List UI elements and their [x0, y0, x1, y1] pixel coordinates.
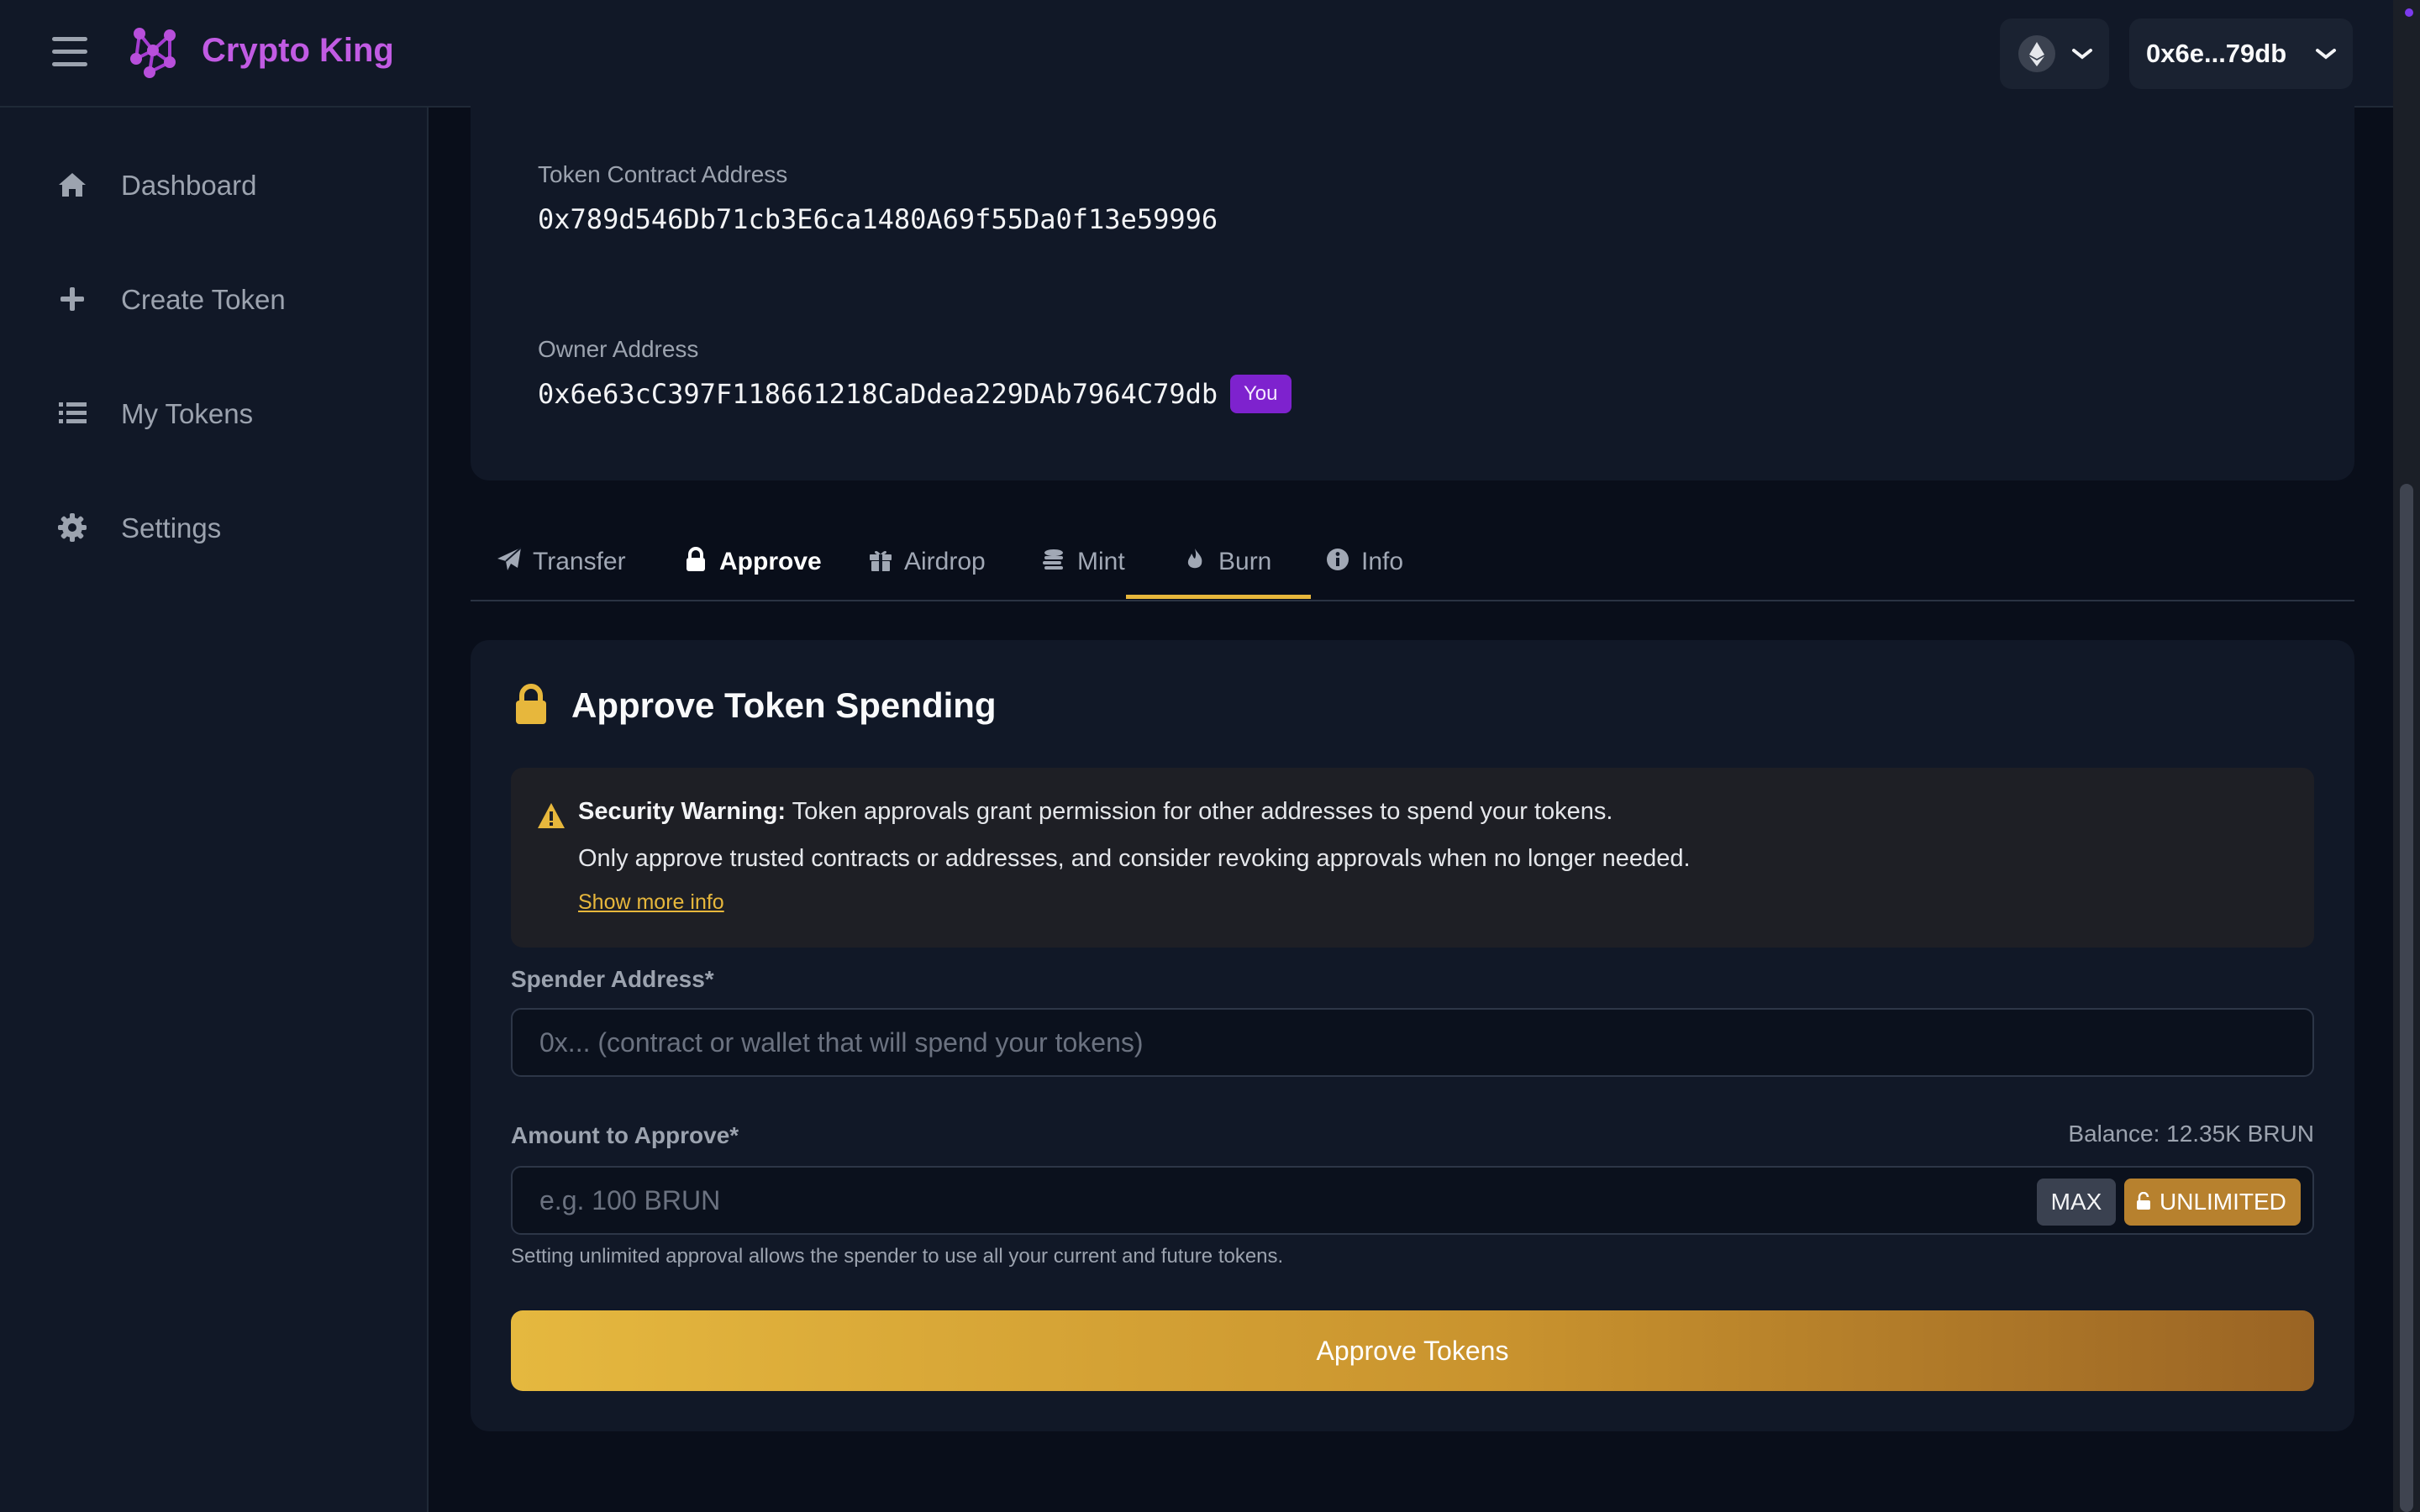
account-address: 0x6e...79db [2146, 39, 2287, 68]
home-icon [59, 173, 86, 197]
warning-text-line1: Security Warning: Token approvals grant … [578, 798, 1612, 826]
unlimited-button[interactable]: UNLIMITED [2124, 1179, 2301, 1226]
list-icon [59, 402, 87, 423]
token-info-card [471, 101, 2354, 480]
sidebar: Dashboard Create Token My Tokens Setting… [0, 108, 429, 1512]
warning-text: Token approvals grant permission for oth… [786, 798, 1613, 825]
owner-address-label: Owner Address [538, 336, 699, 362]
tab-label: Mint [1077, 548, 1125, 575]
sidebar-item-label: Dashboard [121, 170, 257, 201]
contract-address-label: Token Contract Address [538, 161, 788, 187]
sidebar-item-my-tokens[interactable]: My Tokens [0, 371, 427, 455]
gift-icon [870, 550, 892, 571]
sidebar-item-settings[interactable]: Settings [0, 486, 427, 570]
ethereum-icon [2029, 42, 2044, 66]
sidebar-item-label: Create Token [121, 284, 286, 315]
approve-tokens-button[interactable]: Approve Tokens [511, 1310, 2314, 1391]
action-tabs: Transfer Approve Airdrop Mint Burn Info [471, 521, 2354, 601]
sidebar-item-dashboard[interactable]: Dashboard [0, 143, 427, 227]
tab-label: Transfer [533, 548, 626, 575]
paper-plane-icon [497, 547, 522, 570]
owner-address-value: 0x6e63cC397F118661218CaDdea229DAb7964C79… [538, 378, 1218, 410]
account-selector[interactable]: 0x6e...79db [2129, 18, 2353, 89]
max-button[interactable]: MAX [2037, 1179, 2116, 1226]
spender-address-label: Spender Address* [511, 966, 714, 992]
tab-label: Info [1361, 548, 1404, 575]
active-tab-indicator [1126, 595, 1311, 599]
tab-label: Approve [719, 548, 822, 575]
warning-icon [538, 803, 565, 828]
network-icon-wrap [2018, 35, 2055, 72]
unlimited-label: UNLIMITED [2160, 1189, 2286, 1215]
show-more-info-link[interactable]: Show more info [578, 890, 724, 915]
lock-icon [516, 684, 546, 724]
scroll-indicator-dot [2405, 8, 2413, 17]
scrollbar-thumb[interactable] [2400, 484, 2413, 1512]
warning-heading: Security Warning: [578, 798, 786, 825]
balance-text: Balance: 12.35K BRUN [2068, 1121, 2314, 1147]
unlimited-hint: Setting unlimited approval allows the sp… [511, 1245, 1284, 1268]
gear-icon [58, 513, 87, 542]
sidebar-item-label: My Tokens [121, 398, 254, 429]
approve-title: Approve Token Spending [571, 685, 997, 725]
logo-icon [130, 28, 176, 78]
menu-icon[interactable] [52, 37, 87, 71]
amount-label: Amount to Approve* [511, 1122, 739, 1148]
network-selector[interactable] [2000, 18, 2109, 89]
info-icon [1327, 549, 1349, 570]
sidebar-item-create-token[interactable]: Create Token [0, 257, 427, 341]
top-header: Crypto King 0x6e...79db [0, 0, 2393, 108]
plus-icon [60, 287, 84, 311]
coins-icon [1043, 549, 1063, 570]
tab-label: Airdrop [904, 548, 986, 575]
security-warning: Security Warning: Token approvals grant … [511, 768, 2314, 948]
warning-text-line2: Only approve trusted contracts or addres… [578, 845, 1691, 872]
unlock-icon [2137, 1192, 2150, 1210]
fire-icon [1187, 549, 1202, 569]
lock-icon [687, 547, 705, 571]
you-badge: You [1230, 375, 1292, 413]
spender-address-input[interactable] [511, 1008, 2314, 1077]
tab-label: Burn [1218, 548, 1272, 575]
chevron-down-icon [2072, 49, 2092, 60]
contract-address-value: 0x789d546Db71cb3E6ca1480A69f55Da0f13e599… [538, 203, 1218, 235]
app-title: Crypto King [202, 32, 394, 69]
sidebar-item-label: Settings [121, 512, 222, 543]
chevron-down-icon [2316, 49, 2336, 60]
